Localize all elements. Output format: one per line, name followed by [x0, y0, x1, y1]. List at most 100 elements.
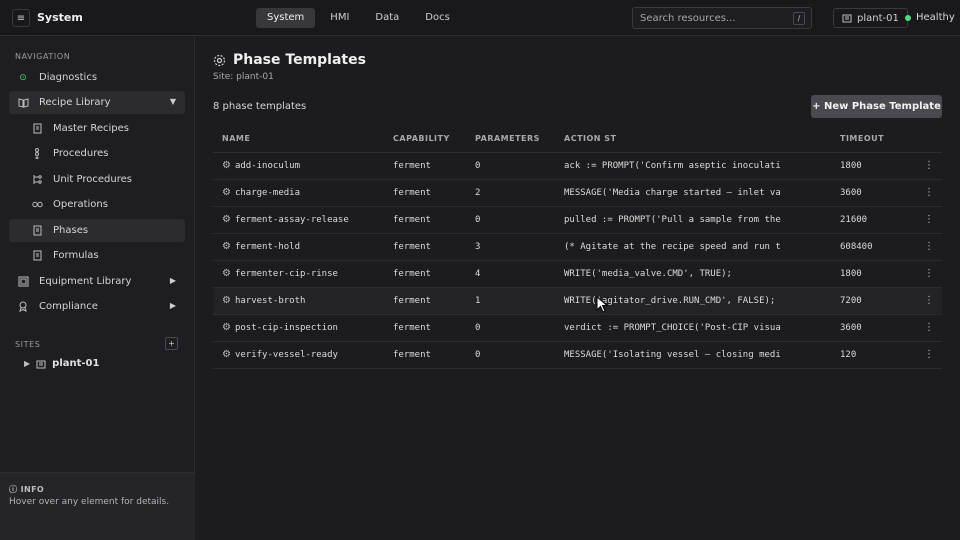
site-selector-button[interactable]: plant-01 — [833, 8, 908, 28]
add-site-button[interactable]: + — [165, 337, 178, 350]
unit-procedure-icon — [31, 174, 43, 186]
column-header-timeout[interactable]: TIMEOUT — [831, 126, 907, 153]
name-cell-content: ⚙ ferment-hold — [222, 241, 384, 252]
table-header-row: NAME CAPABILITY PARAMETERS ACTION ST TIM… — [213, 126, 942, 153]
sidebar-item-compliance[interactable]: Compliance ▶ — [9, 295, 185, 318]
new-phase-template-button[interactable]: + New Phase Template — [811, 95, 942, 118]
parameters-cell: 4 — [466, 260, 555, 288]
equipment-icon — [17, 276, 29, 288]
sidebar-item-formulas[interactable]: Formulas — [9, 244, 185, 267]
site-icon — [36, 360, 46, 368]
hamburger-menu-button[interactable]: ≡ — [12, 9, 30, 27]
gear-icon: ⚙ — [222, 295, 231, 306]
top-bar: ≡ System System HMI Data Docs / plant-01… — [0, 0, 960, 36]
capability-cell: ferment — [384, 152, 466, 180]
sidebar-item-label: Unit Procedures — [53, 174, 132, 185]
sidebar-item-equipment-library[interactable]: Equipment Library ▶ — [9, 270, 185, 293]
column-header-action-st[interactable]: ACTION ST — [555, 126, 831, 153]
sidebar-item-phases[interactable]: Phases — [9, 219, 185, 242]
row-menu-button[interactable]: ⋮ — [907, 233, 942, 261]
sidebar-item-label: Operations — [53, 199, 108, 210]
gear-icon: ⚙ — [222, 160, 231, 171]
sidebar-item-unit-procedures[interactable]: Unit Procedures — [9, 168, 185, 191]
parameters-cell: 3 — [466, 233, 555, 261]
tab-system[interactable]: System — [256, 8, 316, 28]
page-subtitle: Site: plant-01 — [213, 72, 274, 82]
site-tree-item[interactable]: ▶ plant-01 — [24, 358, 99, 369]
phase-name[interactable]: verify-vessel-ready — [235, 350, 338, 360]
kebab-menu-icon: ⋮ — [924, 241, 934, 252]
gear-icon: ⚙ — [222, 187, 231, 198]
timeout-cell: 1800 — [831, 260, 907, 288]
gear-icon: ⚙ — [222, 214, 231, 225]
action-st-cell: pulled := PROMPT('Pull a sample from the — [555, 206, 831, 234]
health-status: Healthy — [905, 12, 955, 23]
site-chip-label: plant-01 — [857, 12, 899, 24]
info-title-label: INFO — [20, 485, 45, 494]
name-cell-content: ⚙ add-inoculum — [222, 160, 384, 171]
phase-name[interactable]: ferment-hold — [235, 242, 300, 252]
page-title-text: Phase Templates — [233, 52, 366, 68]
row-menu-button[interactable]: ⋮ — [907, 152, 942, 180]
table-row[interactable]: ⚙ add-inoculum ferment 0 ack := PROMPT('Conf… — [213, 152, 942, 180]
row-menu-button[interactable]: ⋮ — [907, 260, 942, 288]
table-row[interactable]: ⚙ verify-vessel-ready ferment 0 MESSAGE('Iso… — [213, 341, 942, 369]
sidebar-item-operations[interactable]: Operations — [9, 193, 185, 216]
compliance-icon — [17, 301, 29, 313]
row-menu-button[interactable]: ⋮ — [907, 206, 942, 234]
capability-cell: ferment — [384, 260, 466, 288]
page-title: Phase Templates — [213, 52, 366, 68]
table-row[interactable]: ⚙ fermenter-cip-rinse ferment 4 WRITE('media… — [213, 260, 942, 288]
search-input[interactable] — [640, 12, 790, 24]
plus-icon: + — [168, 339, 175, 348]
table-row[interactable]: ⚙ post-cip-inspection ferment 0 verdict := P… — [213, 314, 942, 342]
phase-name[interactable]: fermenter-cip-rinse — [235, 269, 338, 279]
site-icon — [842, 14, 852, 23]
sidebar-item-label: Procedures — [53, 148, 109, 159]
column-header-capability[interactable]: CAPABILITY — [384, 126, 466, 153]
health-dot-icon — [905, 14, 911, 21]
search-shortcut-key: / — [793, 12, 805, 25]
capability-cell: ferment — [384, 314, 466, 342]
table-row[interactable]: ⚙ ferment-assay-release ferment 0 pulled := … — [213, 206, 942, 234]
phase-name[interactable]: ferment-assay-release — [235, 215, 349, 225]
diagnostics-icon: ⊙ — [19, 72, 27, 83]
sidebar-item-procedures[interactable]: Procedures — [9, 142, 185, 165]
navigation-section-label: NAVIGATION — [15, 52, 71, 61]
sidebar-item-diagnostics[interactable]: ⊙ Diagnostics — [9, 66, 185, 89]
phase-name[interactable]: post-cip-inspection — [235, 323, 338, 333]
name-cell-content: ⚙ ferment-assay-release — [222, 214, 384, 225]
name-cell-content: ⚙ fermenter-cip-rinse — [222, 268, 384, 279]
kebab-menu-icon: ⋮ — [924, 160, 934, 171]
name-cell: ⚙ verify-vessel-ready — [213, 341, 384, 369]
timeout-cell: 7200 — [831, 287, 907, 315]
sidebar-item-label: Recipe Library — [39, 97, 111, 108]
menu-icon: ≡ — [16, 12, 26, 24]
row-menu-button[interactable]: ⋮ — [907, 314, 942, 342]
table-row[interactable]: ⚙ harvest-broth ferment 1 WRITE('agitator_dr… — [213, 287, 942, 315]
kebab-menu-icon: ⋮ — [924, 322, 934, 333]
site-label: plant-01 — [52, 358, 100, 369]
timeout-cell: 21600 — [831, 206, 907, 234]
sidebar-item-master-recipes[interactable]: Master Recipes — [9, 117, 185, 140]
row-menu-button[interactable]: ⋮ — [907, 341, 942, 369]
chevron-right-icon: ▶ — [169, 301, 176, 310]
sidebar-item-recipe-library[interactable]: Recipe Library ▼ — [9, 91, 185, 114]
row-menu-button[interactable]: ⋮ — [907, 179, 942, 207]
phase-name[interactable]: charge-media — [235, 188, 300, 198]
column-header-actions — [907, 126, 942, 153]
phase-name[interactable]: add-inoculum — [235, 161, 300, 171]
row-menu-button[interactable]: ⋮ — [907, 287, 942, 315]
gear-icon: ⚙ — [222, 268, 231, 279]
column-header-name[interactable]: NAME — [213, 126, 384, 153]
tab-docs[interactable]: Docs — [414, 8, 461, 28]
sidebar-item-label: Master Recipes — [53, 123, 129, 134]
table-row[interactable]: ⚙ charge-media ferment 2 MESSAGE('Media char… — [213, 179, 942, 207]
sidebar-item-label: Equipment Library — [39, 276, 132, 287]
table-row[interactable]: ⚙ ferment-hold ferment 3 (* Agitate at the r… — [213, 233, 942, 261]
expand-triangle-icon[interactable]: ▶ — [24, 359, 30, 368]
tab-data[interactable]: Data — [364, 8, 410, 28]
tab-hmi[interactable]: HMI — [319, 8, 360, 28]
column-header-parameters[interactable]: PARAMETERS — [466, 126, 555, 153]
phase-name[interactable]: harvest-broth — [235, 296, 305, 306]
